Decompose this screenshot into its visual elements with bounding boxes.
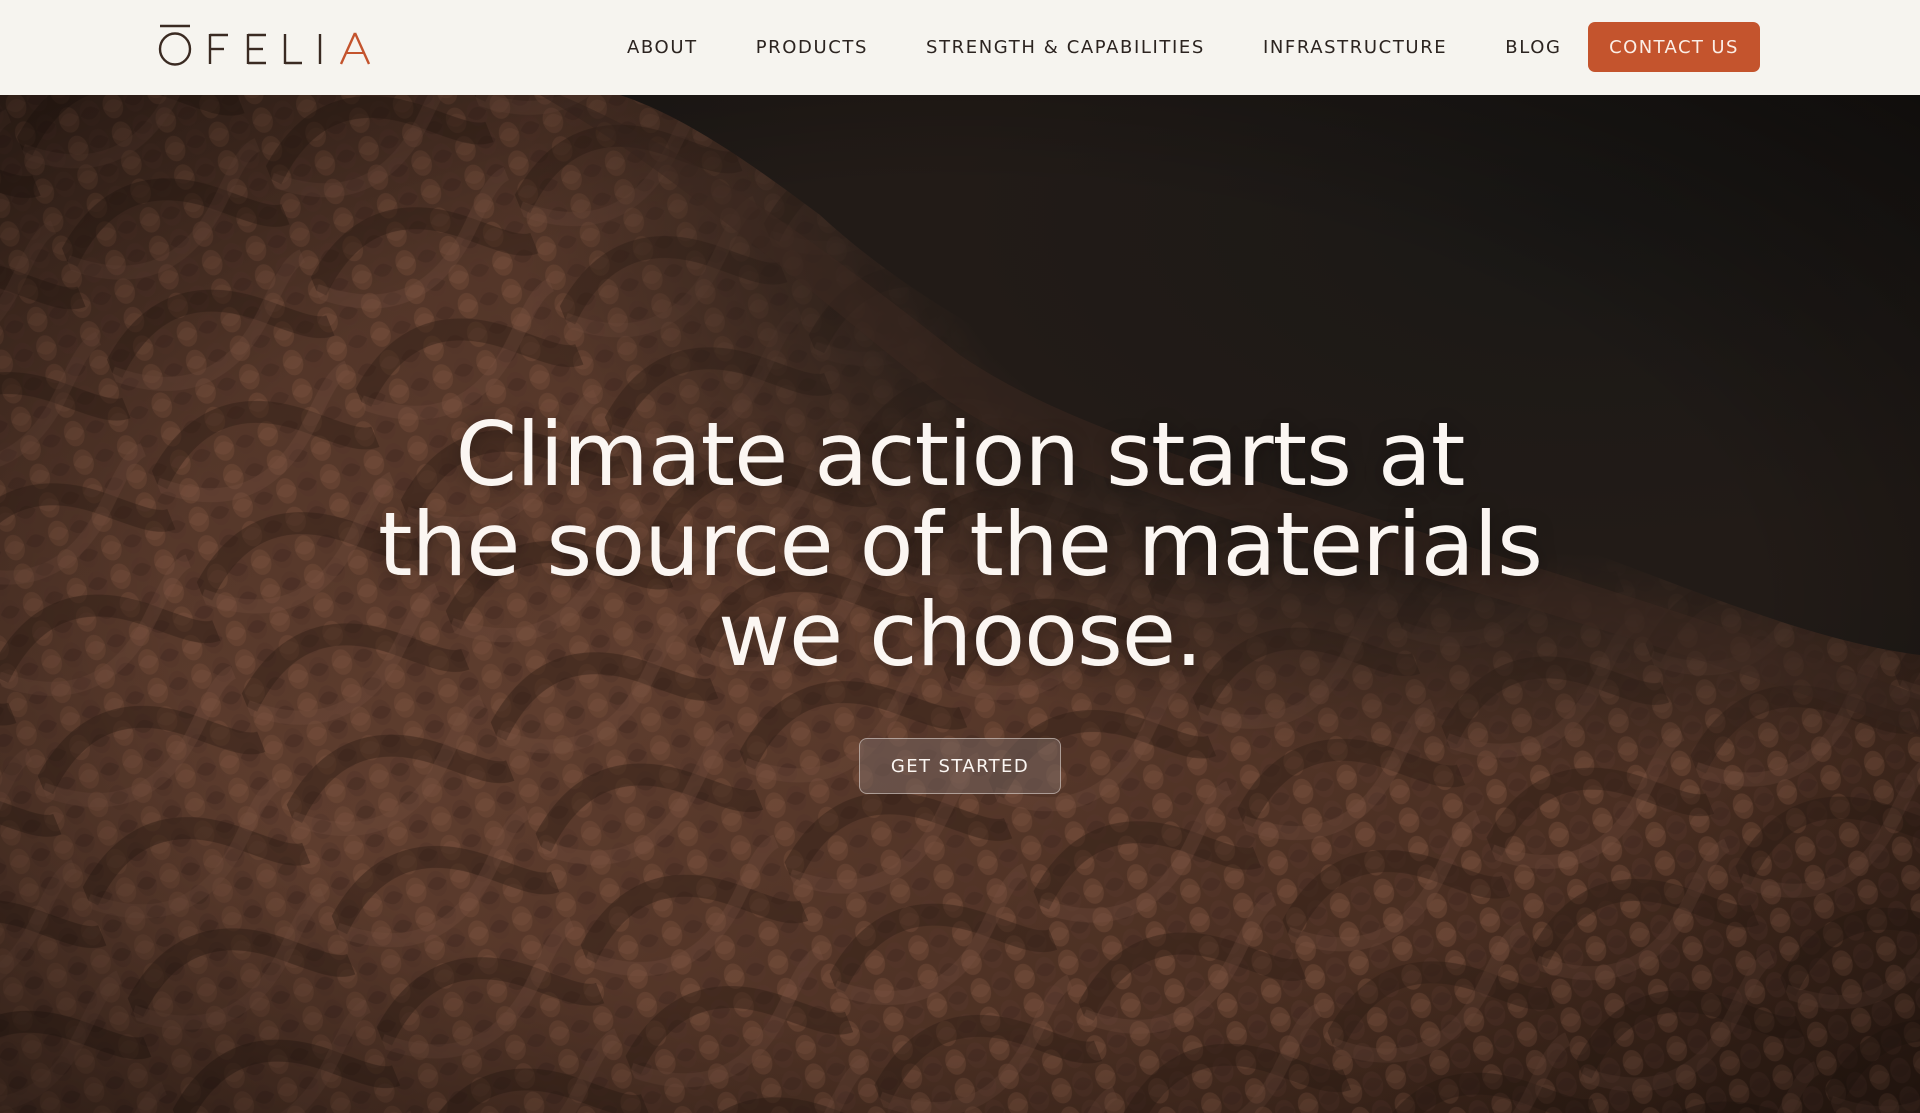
brand-logo[interactable] (158, 22, 372, 68)
hero-headline-line-2: the source of the materials (378, 493, 1543, 596)
nav-products[interactable]: PRODUCTS (756, 37, 868, 58)
hero-section: Climate action starts at the source of t… (0, 95, 1920, 1113)
hero-headline-line-1: Climate action starts at (455, 403, 1466, 506)
hero-headline: Climate action starts at the source of t… (0, 410, 1920, 680)
nav-blog[interactable]: BLOG (1505, 37, 1561, 58)
nav-strength-capabilities[interactable]: STRENGTH & CAPABILITIES (926, 37, 1205, 58)
ofelia-logo-icon (158, 24, 371, 66)
top-navbar: ABOUT PRODUCTS STRENGTH & CAPABILITIES I… (0, 0, 1920, 95)
contact-us-button[interactable]: CONTACT US (1588, 22, 1760, 72)
main-nav: ABOUT PRODUCTS STRENGTH & CAPABILITIES I… (627, 0, 1562, 95)
get-started-button[interactable]: GET STARTED (859, 738, 1061, 794)
hero-headline-line-3: we choose. (718, 583, 1203, 686)
nav-infrastructure[interactable]: INFRASTRUCTURE (1263, 37, 1447, 58)
nav-about[interactable]: ABOUT (627, 37, 698, 58)
